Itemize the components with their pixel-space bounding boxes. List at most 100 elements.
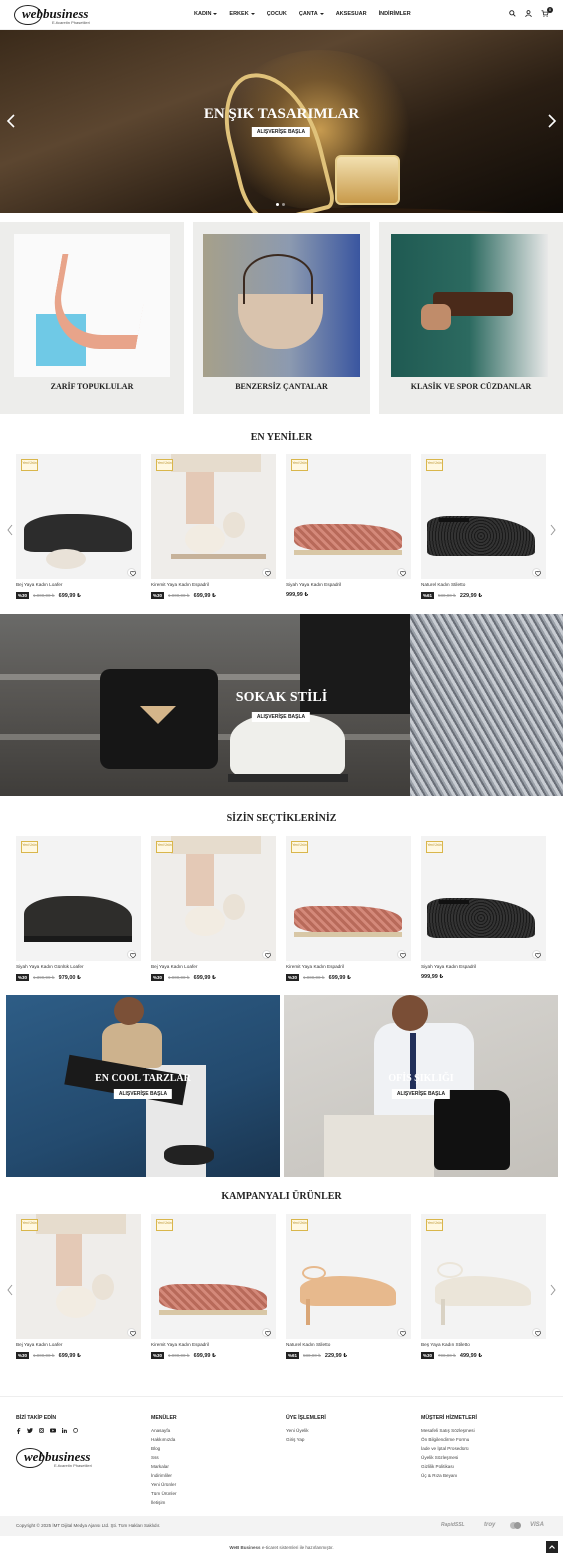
heart-icon[interactable] (532, 1328, 541, 1337)
heart-icon[interactable] (532, 568, 541, 577)
office-chic-button[interactable]: ALIŞVERİŞE BAŞLA (391, 1089, 451, 1099)
product-card[interactable]: Yeni Ürün Siyah Yaya Kadın Espadril 999,… (286, 454, 411, 606)
image-strap (243, 254, 313, 304)
street-style-button[interactable]: ALIŞVERİŞE BAŞLA (251, 712, 311, 722)
footer-link[interactable]: Yeni Üyelik (286, 1428, 309, 1433)
product-name[interactable]: Siyah Yaya Kadın Günlük Loafer (16, 964, 84, 969)
footer-link[interactable]: Anasayfa (151, 1428, 170, 1433)
product-name[interactable]: Beş Yaya Kadın Stiletto (421, 1342, 470, 1347)
product-card[interactable]: Yeni Ürün Bej Yaya Kadın Loafer %30 1.000… (151, 836, 276, 988)
product-card[interactable]: Yeni Ürün Bej Yaya Kadın Loafer %30 1.000… (16, 1214, 141, 1366)
old-price: 1.000,00 ₺ (168, 592, 190, 598)
whatsapp-icon[interactable] (73, 1428, 78, 1433)
footer-link[interactable]: Ön Bilgilendirme Formu (421, 1437, 469, 1442)
site-logo[interactable]: webbusiness E-ticaretin Phasetileri (14, 4, 98, 26)
product-name[interactable]: Naturel Kadın Stiletto (421, 582, 465, 587)
chevron-left-icon[interactable] (6, 114, 16, 128)
footer-link[interactable]: Üç & Rıza Beyanı (421, 1473, 457, 1478)
heart-icon[interactable] (262, 950, 271, 959)
new-badge: Yeni Ürün (156, 1219, 173, 1231)
search-icon[interactable] (509, 10, 516, 17)
footer-link[interactable]: Üyelik Sözleşmesi (421, 1455, 458, 1460)
heart-icon[interactable] (127, 1328, 136, 1337)
twitter-icon[interactable] (27, 1428, 33, 1433)
footer-link[interactable]: Mesafeli Satış Sözleşmesi (421, 1428, 475, 1433)
product-name[interactable]: Siyah Yaya Kadın Espadril (286, 582, 341, 587)
old-price: 1.000,00 ₺ (168, 1352, 190, 1358)
chevron-right-icon[interactable] (547, 114, 557, 128)
footer-link[interactable]: Giriş Yap (286, 1437, 304, 1442)
footer-link[interactable]: Gizlilik Politikası (421, 1464, 454, 1469)
product-name[interactable]: Bej Yaya Kadın Loafer (16, 582, 62, 587)
new-badge: Yeni Ürün (156, 459, 173, 471)
product-name[interactable]: Bej Yaya Kadın Loafer (16, 1342, 62, 1347)
product-card[interactable]: Yeni Ürün Siyah Yaya Kadın Günlük Loafer… (16, 836, 141, 988)
footer-logo[interactable]: webbusiness E-ticaretin Phasetileri (16, 1447, 100, 1469)
instagram-icon[interactable] (39, 1428, 44, 1433)
heart-icon[interactable] (262, 1328, 271, 1337)
image-tie (410, 1033, 416, 1093)
category-wallets[interactable]: KLASİK VE SPOR CÜZDANLAR (379, 222, 563, 414)
footer-link[interactable]: Blog (151, 1446, 160, 1451)
chevron-left-icon[interactable] (6, 524, 14, 536)
slider-dot[interactable] (282, 203, 285, 206)
footer-link[interactable]: İade ve İptal Prosedürü (421, 1446, 469, 1451)
nav-aksesuar[interactable]: AKSESUAR (336, 11, 367, 17)
product-card[interactable]: Yeni Ürün Naturel Kadın Stiletto %61 580,… (286, 1214, 411, 1366)
product-name[interactable]: Bej Yaya Kadın Loafer (151, 964, 197, 969)
heart-icon[interactable] (397, 950, 406, 959)
nav-canta[interactable]: ÇANTA (299, 11, 324, 17)
image-loafer (24, 514, 132, 552)
footer-link[interactable]: Hakkımızda (151, 1437, 175, 1442)
linkedin-icon[interactable] (62, 1428, 67, 1433)
facebook-icon[interactable] (16, 1428, 21, 1434)
heart-icon[interactable] (532, 950, 541, 959)
category-bags[interactable]: BENZERSİZ ÇANTALAR (193, 222, 370, 414)
category-heels[interactable]: ZARİF TOPUKLULAR (0, 222, 184, 414)
product-card[interactable]: Yeni Ürün Naturel Kadın Stiletto %61 580,… (421, 454, 546, 606)
slider-dot[interactable] (276, 203, 279, 206)
heart-icon[interactable] (397, 1328, 406, 1337)
footer-link[interactable]: Tüm Ürünler (151, 1491, 177, 1496)
cool-styles-banner[interactable]: EN COOL TARZLAR ALIŞVERİŞE BAŞLA (6, 995, 280, 1177)
image-backpack (434, 1090, 510, 1170)
hero-shop-button[interactable]: ALIŞVERİŞE BAŞLA (251, 127, 311, 137)
nav-erkek[interactable]: ERKEK (229, 11, 255, 17)
nav-indirimler[interactable]: İNDİRİMLER (379, 11, 411, 17)
product-card[interactable]: Yeni Ürün Kiremit Yaya Kadın Espadril %3… (286, 836, 411, 988)
chevron-left-icon[interactable] (6, 1284, 14, 1296)
footer-link[interactable]: İndirimliler (151, 1473, 172, 1478)
heart-icon[interactable] (262, 568, 271, 577)
user-icon[interactable] (525, 10, 532, 17)
youtube-icon[interactable] (50, 1428, 56, 1433)
nav-kadin[interactable]: KADIN (194, 11, 218, 17)
chevron-right-icon[interactable] (549, 1284, 557, 1296)
street-style-banner[interactable]: SOKAK STİLİ ALIŞVERİŞE BAŞLA (0, 614, 563, 796)
troy-logo: troy (484, 1522, 496, 1528)
product-name[interactable]: Naturel Kadın Stiletto (286, 1342, 330, 1347)
price-row: 999,99 ₺ (421, 974, 443, 980)
product-name[interactable]: Kiremit Yaya Kadın Espadril (151, 582, 209, 587)
product-card[interactable]: Yeni Ürün Bej Yaya Kadın Loafer %30 1.000… (16, 454, 141, 606)
product-name[interactable]: Kiremit Yaya Kadın Espadril (151, 1342, 209, 1347)
footer-link[interactable]: Sss (151, 1455, 159, 1460)
scroll-to-top-button[interactable] (546, 1541, 558, 1553)
nav-cocuk[interactable]: ÇOCUK (267, 11, 287, 17)
chevron-right-icon[interactable] (549, 524, 557, 536)
product-name[interactable]: Siyah Yaya Kadın Espadril (421, 964, 476, 969)
product-card[interactable]: Yeni Ürün Siyah Yaya Kadın Espadril 999,… (421, 836, 546, 988)
price: 999,99 ₺ (421, 974, 444, 980)
product-card[interactable]: Yeni Ürün Beş Yaya Kadın Stiletto %30 700… (421, 1214, 546, 1366)
product-card[interactable]: Yeni Ürün Kiremit Yaya Kadın Espadril %3… (151, 1214, 276, 1366)
cool-styles-button[interactable]: ALIŞVERİŞE BAŞLA (113, 1089, 173, 1099)
heart-icon[interactable] (127, 568, 136, 577)
cart-icon[interactable]: 0 (541, 7, 553, 17)
footer-link[interactable]: Yeni Ürünler (151, 1482, 176, 1487)
office-chic-banner[interactable]: OFİS ŞIKLIĞI ALIŞVERİŞE BAŞLA (284, 995, 558, 1177)
product-card[interactable]: Yeni Ürün Kiremit Yaya Kadın Espadril %3… (151, 454, 276, 606)
footer-link[interactable]: İletişim (151, 1500, 165, 1505)
heart-icon[interactable] (127, 950, 136, 959)
heart-icon[interactable] (397, 568, 406, 577)
product-name[interactable]: Kiremit Yaya Kadın Espadril (286, 964, 344, 969)
footer-link[interactable]: Markalar (151, 1464, 169, 1469)
